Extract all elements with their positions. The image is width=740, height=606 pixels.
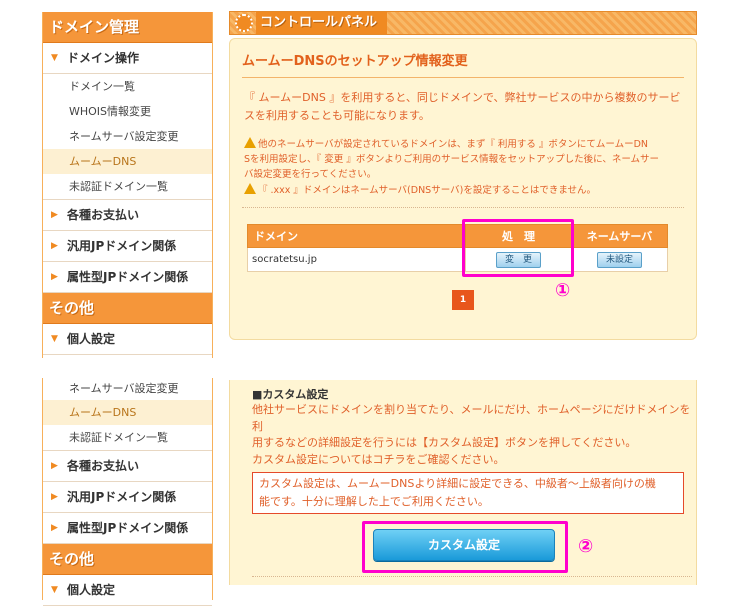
domain-name-cell: socratetsu.jp (247, 247, 466, 272)
sidebar-item-muumuu-dns[interactable]: ムームーDNS (43, 400, 212, 425)
page-1-link[interactable]: 1 (452, 290, 474, 310)
sidebar-header-other: その他 (43, 293, 212, 324)
triangle-down-icon: ▼ (51, 53, 58, 63)
panel-heading: ムームーDNSのセットアップ情報変更 (242, 49, 684, 78)
sidebar-item-nameserver[interactable]: ネームサーバ設定変更 (43, 124, 212, 149)
triangle-down-icon: ▼ (51, 334, 58, 344)
sidebar-category-general-jp[interactable]: ▶ 汎用JPドメイン関係 (43, 482, 212, 513)
triangle-right-icon: ▶ (51, 210, 58, 220)
sidebar-bottom: ネームサーバ設定変更 ムームーDNS 未認証ドメイン一覧 ▶ 各種お支払い ▶ … (42, 378, 213, 606)
warning-icon (244, 137, 256, 148)
highlight-box-1 (462, 219, 574, 277)
warning-icon (244, 183, 256, 194)
column-header-domain: ドメイン (247, 224, 466, 248)
sidebar-category-payments[interactable]: ▶ 各種お支払い (43, 200, 212, 231)
triangle-right-icon: ▶ (51, 461, 58, 471)
triangle-right-icon: ▶ (51, 523, 58, 533)
control-panel-title: コントロールパネル (256, 12, 388, 34)
marker-1: ① (555, 280, 571, 301)
sidebar-category-personal[interactable]: ▼ 個人設定 (43, 575, 212, 606)
sidebar-item-nameserver[interactable]: ネームサーバ設定変更 (43, 378, 212, 400)
sidebar-header-domain: ドメイン管理 (43, 12, 212, 43)
custom-heading: ■カスタム設定 (252, 388, 329, 401)
sidebar-item-whois[interactable]: WHOIS情報変更 (43, 99, 212, 124)
control-panel-title-bar: コントロールパネル (229, 11, 697, 35)
column-header-nameserver: ネームサーバ (572, 224, 668, 248)
intro-text: 『 ムームーDNS 』を利用すると、同じドメインで、弊社サービスの中から複数のサ… (244, 91, 681, 122)
highlight-box-2 (362, 521, 568, 573)
warning-nameserver: 他のネームサーバが設定されているドメインは、まず『 利用する 』ボタンにてムーム… (244, 137, 660, 196)
gear-icon (235, 14, 253, 32)
triangle-right-icon: ▶ (51, 272, 58, 282)
sidebar-category-payments[interactable]: ▶ 各種お支払い (43, 451, 212, 482)
sidebar-category-attr-jp[interactable]: ▶ 属性型JPドメイン関係 (43, 262, 212, 293)
sidebar-item-unverified[interactable]: 未認証ドメイン一覧 (43, 174, 212, 200)
triangle-right-icon: ▶ (51, 492, 58, 502)
marker-2: ② (578, 536, 594, 557)
domain-table: ドメイン 処 理 ネームサーバ socratetsu.jp 変 更 未設定 (247, 224, 668, 272)
sidebar-category-general-jp[interactable]: ▶ 汎用JPドメイン関係 (43, 231, 212, 262)
sidebar-item-domain-list[interactable]: ドメイン一覧 (43, 74, 212, 99)
triangle-down-icon: ▼ (51, 585, 58, 595)
sidebar-category-domain-ops[interactable]: ▼ ドメイン操作 (43, 43, 212, 74)
unset-nameserver-button[interactable]: 未設定 (596, 251, 642, 268)
custom-description: 他社サービスにドメインを割り当てたり、メールにだけ、ホームページにだけドメインを… (252, 403, 691, 466)
sidebar-category-personal[interactable]: ▼ 個人設定 (43, 324, 212, 355)
sidebar-category-attr-jp[interactable]: ▶ 属性型JPドメイン関係 (43, 513, 212, 544)
custom-help-link[interactable]: コチラ (372, 453, 405, 466)
sidebar-item-muumuu-dns[interactable]: ムームーDNS (43, 149, 212, 174)
divider (242, 207, 684, 208)
screenshot-divider (0, 358, 740, 378)
divider (252, 576, 692, 577)
custom-notice: カスタム設定は、ムームーDNSより詳細に設定できる、中級者～上級者向けの機 能で… (252, 472, 684, 514)
table-row: socratetsu.jp 変 更 未設定 (247, 247, 668, 272)
triangle-right-icon: ▶ (51, 241, 58, 251)
sidebar-top: ドメイン管理 ▼ ドメイン操作 ドメイン一覧 WHOIS情報変更 ネームサーバ設… (42, 12, 213, 358)
sidebar-item-unverified[interactable]: 未認証ドメイン一覧 (43, 425, 212, 451)
sidebar-header-other: その他 (43, 544, 212, 575)
